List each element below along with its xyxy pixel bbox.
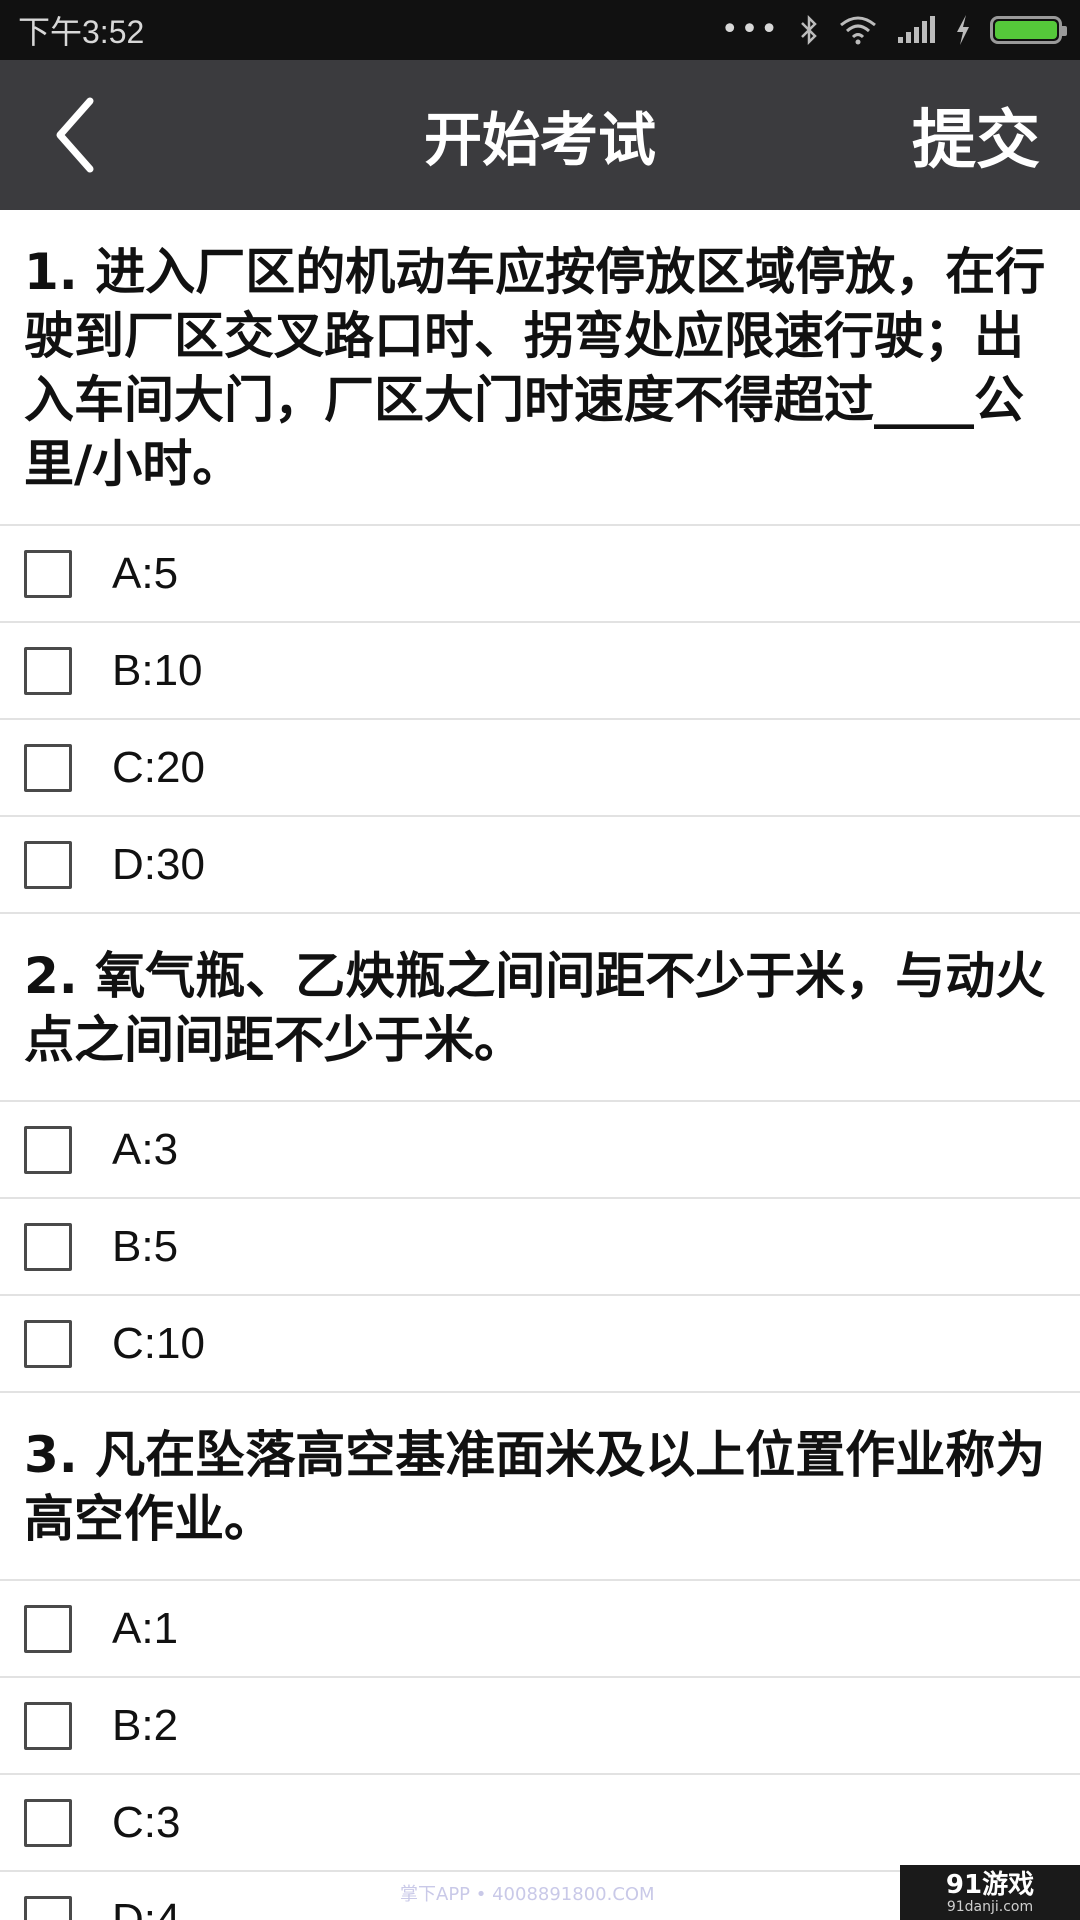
watermark-url: 91danji.com: [946, 1898, 1034, 1915]
checkbox[interactable]: [24, 1701, 72, 1750]
option-row[interactable]: C:20: [0, 720, 1080, 817]
checkbox[interactable]: [24, 1222, 72, 1271]
checkbox[interactable]: [24, 646, 72, 695]
option-label: A:1: [112, 1603, 179, 1653]
question-3-text: 3. 凡在坠落高空基准面米及以上位置作业称为高空作业。: [0, 1393, 1080, 1581]
option-label: C:10: [112, 1318, 205, 1368]
option-label: C:3: [112, 1797, 181, 1847]
option-label: B:5: [112, 1221, 179, 1271]
option-row[interactable]: A:5: [0, 526, 1080, 623]
battery-level: [995, 21, 1057, 39]
signal-icon: [896, 15, 936, 45]
charging-icon: [954, 14, 972, 46]
wifi-icon: [838, 15, 878, 45]
battery-icon: [990, 16, 1067, 44]
checkbox[interactable]: [24, 743, 72, 792]
option-label: A:5: [112, 548, 179, 598]
option-row[interactable]: C:3: [0, 1775, 1080, 1872]
option-label: D:30: [112, 839, 205, 889]
bluetooth-icon: [798, 14, 820, 46]
status-time: 下午3:52: [18, 14, 145, 50]
checkbox[interactable]: [24, 1798, 72, 1847]
option-label: C:20: [112, 742, 205, 792]
option-row[interactable]: B:2: [0, 1678, 1080, 1775]
checkbox[interactable]: [24, 840, 72, 889]
option-row[interactable]: A:1: [0, 1581, 1080, 1678]
watermark-logo: 91游戏 91danji.com: [900, 1865, 1080, 1920]
checkbox[interactable]: [24, 1895, 72, 1920]
option-label: B:10: [112, 645, 203, 695]
question-list[interactable]: 1. 进入厂区的机动车应按停放区域停放，在行驶到厂区交叉路口时、拐弯处应限速行驶…: [0, 210, 1080, 1920]
option-row[interactable]: D:30: [0, 817, 1080, 914]
status-bar: 下午3:52 •••: [0, 0, 1080, 60]
checkbox[interactable]: [24, 1604, 72, 1653]
option-row[interactable]: B:10: [0, 623, 1080, 720]
option-row[interactable]: B:5: [0, 1199, 1080, 1296]
option-row[interactable]: C:10: [0, 1296, 1080, 1393]
checkbox[interactable]: [24, 1125, 72, 1174]
status-icons: •••: [720, 12, 1067, 47]
checkbox[interactable]: [24, 1319, 72, 1368]
question-2-text: 2. 氧气瓶、乙炔瓶之间间距不少于米，与动火点之间间距不少于米。: [0, 914, 1080, 1102]
watermark-brand: 91游戏: [945, 1869, 1035, 1900]
question-1-text: 1. 进入厂区的机动车应按停放区域停放，在行驶到厂区交叉路口时、拐弯处应限速行驶…: [0, 210, 1080, 526]
option-label: D:4: [112, 1894, 181, 1920]
faint-watermark-text: 掌下APP • 4008891800.COM: [400, 1884, 655, 1905]
more-dots-icon: •••: [720, 12, 780, 47]
app-header: 开始考试 提交: [0, 60, 1080, 210]
option-row[interactable]: A:3: [0, 1102, 1080, 1199]
submit-button[interactable]: 提交: [902, 80, 1050, 190]
checkbox[interactable]: [24, 549, 72, 598]
chevron-left-icon: [56, 97, 94, 173]
option-label: A:3: [112, 1124, 179, 1174]
back-button[interactable]: [30, 90, 120, 180]
option-label: B:2: [112, 1700, 179, 1750]
